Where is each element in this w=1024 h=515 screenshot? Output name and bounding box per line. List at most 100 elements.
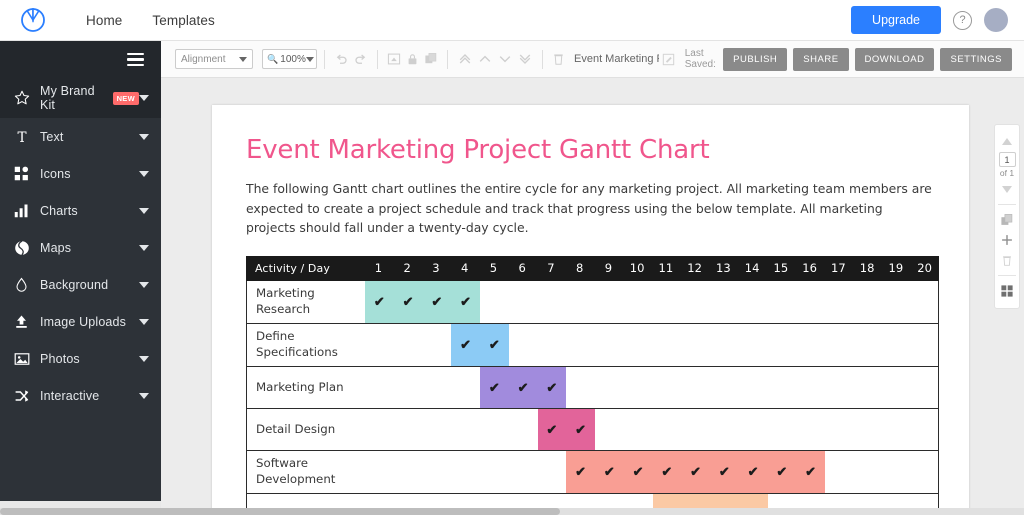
check-icon: ✔ <box>431 294 443 310</box>
send-to-back-icon[interactable] <box>517 49 533 69</box>
avatar[interactable] <box>984 8 1008 32</box>
table-row[interactable]: Marketing Plan ✔ ✔ ✔ <box>246 366 939 409</box>
sidebar-item-background[interactable]: Background <box>0 266 161 303</box>
sidebar-item-image-uploads[interactable]: Image Uploads <box>0 303 161 340</box>
chevron-down-icon[interactable] <box>139 244 149 251</box>
download-button[interactable]: DOWNLOAD <box>854 47 935 71</box>
table-row[interactable]: Software Development ✔ ✔ ✔ ✔ ✔ ✔ ✔ ✔ ✔ <box>246 450 939 494</box>
pencil-square-icon[interactable] <box>661 49 676 69</box>
gantt-bar[interactable]: ✔ ✔ <box>451 323 509 366</box>
top-right-actions: Upgrade ? <box>851 6 1008 34</box>
sidebar-item-label: Photos <box>40 351 80 366</box>
gantt-track: ✔ ✔ ✔ ✔ ✔ ✔ ✔ ✔ ✔ <box>365 450 938 493</box>
scrollbar-thumb[interactable] <box>0 508 560 515</box>
publish-button[interactable]: PUBLISH <box>723 47 788 71</box>
chevron-down-icon[interactable] <box>139 318 149 325</box>
nav-templates[interactable]: Templates <box>152 13 214 28</box>
gantt-activity-label: Marketing Research <box>256 286 315 316</box>
gantt-day-header: 8 <box>575 261 584 276</box>
document-name[interactable]: Event Marketing Proje... <box>574 53 659 65</box>
chevron-down-icon <box>239 56 248 62</box>
toolbar-divider <box>324 49 325 69</box>
check-icon: ✔ <box>661 464 673 480</box>
toolbar-divider <box>376 49 378 69</box>
duplicate-icon[interactable] <box>424 49 439 69</box>
share-button[interactable]: SHARE <box>793 47 849 71</box>
gantt-bar[interactable]: ✔ ✔ <box>537 408 595 450</box>
check-icon: ✔ <box>546 421 558 437</box>
table-row[interactable]: Test Plan ✔✔✔✔ <box>246 493 939 508</box>
delete-icon[interactable] <box>551 49 566 69</box>
check-icon: ✔ <box>776 464 788 480</box>
horizontal-scrollbar[interactable] <box>0 508 1024 515</box>
lock-icon[interactable] <box>405 49 420 69</box>
sidebar-item-photos[interactable]: Photos <box>0 340 161 377</box>
gantt-header-activity: Activity / Day <box>255 261 330 275</box>
globe-icon <box>12 239 31 256</box>
copy-pages-icon[interactable] <box>995 210 1019 230</box>
sidebar-item-maps[interactable]: Maps <box>0 229 161 266</box>
gantt-bar[interactable]: ✔✔✔✔ <box>652 493 768 508</box>
gantt-day-header: 4 <box>460 261 469 276</box>
chevron-down-icon[interactable] <box>139 355 149 362</box>
check-icon: ✔ <box>690 464 702 480</box>
clock-logo-icon[interactable] <box>18 5 48 35</box>
sidebar-item-my-brand-kit[interactable]: My Brand Kit NEW <box>0 78 161 118</box>
left-sidebar: My Brand Kit NEW T Text Icons Charts Map… <box>0 41 161 501</box>
gantt-chart[interactable]: Activity / Day 1 2 3 4 5 6 7 8 9 10 11 12 13 14 15 16 17… <box>246 255 939 508</box>
canvas-area[interactable]: Event Marketing Project Gantt Chart The … <box>161 78 1024 508</box>
redo-icon[interactable] <box>353 49 368 69</box>
sidebar-item-icons[interactable]: Icons <box>0 155 161 192</box>
undo-icon[interactable] <box>334 49 349 69</box>
photo-icon <box>12 350 31 367</box>
nav-home[interactable]: Home <box>86 13 122 28</box>
table-row[interactable]: Detail Design ✔ ✔ <box>246 408 939 451</box>
table-row[interactable]: Marketing Research ✔ ✔ ✔ ✔ <box>246 280 939 324</box>
trash-icon[interactable] <box>995 250 1019 270</box>
editor-toolbar: Alignment 🔍 100% Event Marketing Last Sa… <box>161 41 1024 78</box>
check-icon: ✔ <box>718 464 730 480</box>
triangle-up-icon[interactable] <box>995 131 1019 151</box>
sidebar-item-charts[interactable]: Charts <box>0 192 161 229</box>
document-page[interactable]: Event Marketing Project Gantt Chart The … <box>212 105 969 508</box>
bring-to-front-icon[interactable] <box>457 49 473 69</box>
gantt-day-header: 7 <box>547 261 555 276</box>
chevron-down-icon[interactable] <box>139 133 149 140</box>
crop-icon[interactable] <box>387 49 402 69</box>
alignment-select[interactable]: Alignment <box>175 49 254 69</box>
check-icon: ✔ <box>402 294 414 310</box>
zoom-select[interactable]: 🔍 100% <box>262 49 318 69</box>
hamburger-menu-icon[interactable] <box>127 52 144 67</box>
gantt-bar[interactable]: ✔ ✔ ✔ <box>480 366 567 408</box>
send-backward-icon[interactable] <box>497 49 513 69</box>
help-icon[interactable]: ? <box>953 10 972 30</box>
gantt-day-header: 2 <box>403 261 411 276</box>
chevron-down-icon[interactable] <box>139 170 149 177</box>
gantt-track: ✔ ✔ ✔ <box>365 366 938 408</box>
toolbar-actions: PUBLISH SHARE DOWNLOAD SETTINGS <box>723 47 1012 71</box>
gantt-track: ✔✔✔✔ <box>365 493 938 508</box>
sidebar-item-interactive[interactable]: Interactive <box>0 377 161 414</box>
page-number-input[interactable]: 1 <box>998 152 1016 167</box>
sidebar-item-label: Interactive <box>40 388 100 403</box>
bring-forward-icon[interactable] <box>477 49 493 69</box>
table-row[interactable]: Define Specifications ✔ ✔ <box>246 323 939 367</box>
triangle-down-icon[interactable] <box>995 179 1019 199</box>
gantt-bar[interactable]: ✔✔✔✔ <box>365 280 480 323</box>
upgrade-button[interactable]: Upgrade <box>851 6 941 34</box>
chevron-down-icon[interactable] <box>139 392 149 399</box>
gantt-day-header: 3 <box>432 261 440 276</box>
chevron-down-icon[interactable] <box>139 281 149 288</box>
gantt-track: ✔✔✔✔ <box>365 280 938 323</box>
plus-icon[interactable] <box>995 230 1019 250</box>
chevron-down-icon[interactable] <box>139 207 149 214</box>
check-icon: ✔ <box>603 464 615 480</box>
text-icon: T <box>12 128 31 145</box>
sidebar-item-text[interactable]: T Text <box>0 118 161 155</box>
top-navigation-bar: Home Templates Upgrade ? <box>0 0 1024 41</box>
gantt-bar[interactable]: ✔ ✔ ✔ ✔ ✔ ✔ ✔ ✔ ✔ <box>566 450 825 493</box>
check-icon: ✔ <box>488 379 500 395</box>
settings-button[interactable]: SETTINGS <box>940 47 1012 71</box>
chevron-down-icon[interactable] <box>139 95 149 101</box>
grid-view-icon[interactable] <box>995 281 1019 301</box>
